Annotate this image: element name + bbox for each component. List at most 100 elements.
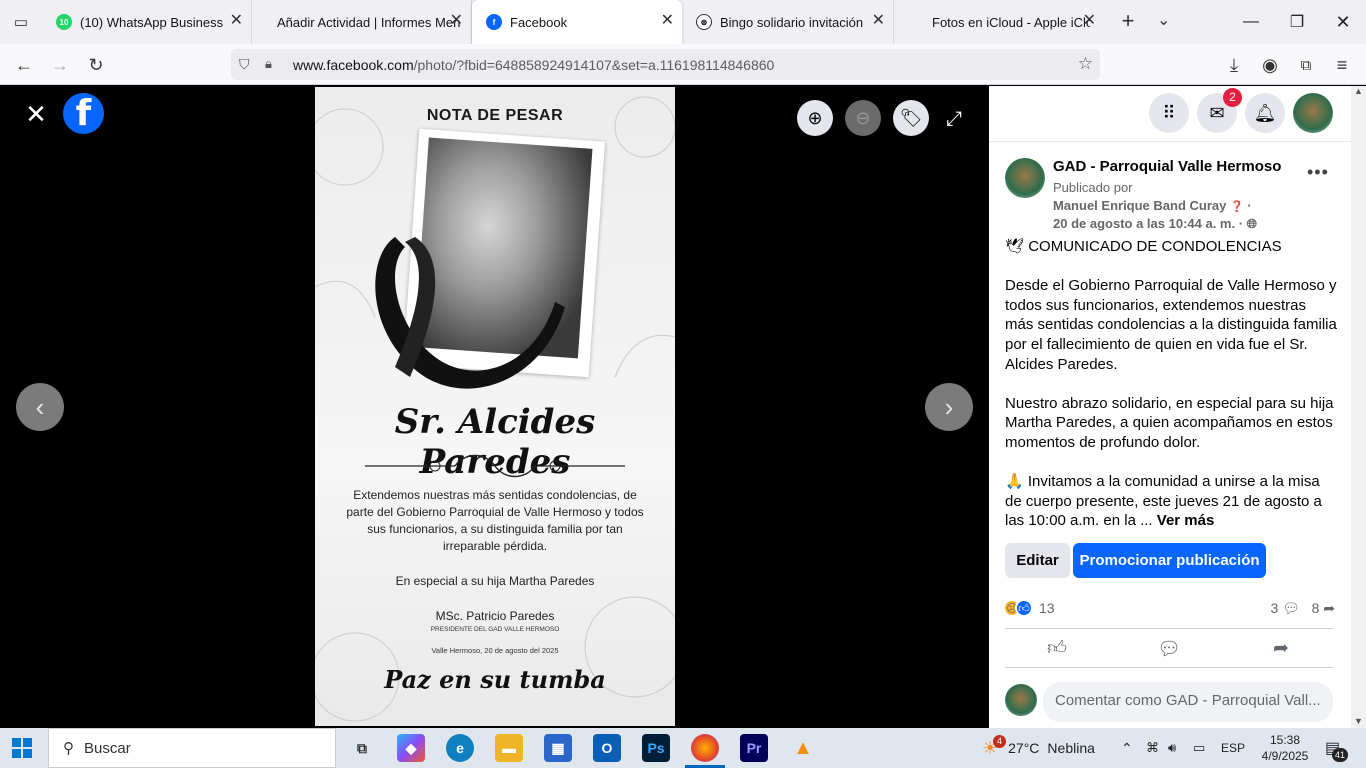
- share-arrow-icon: ➦: [1323, 600, 1335, 616]
- account-icon[interactable]: ◉: [1257, 52, 1283, 78]
- vlc-icon[interactable]: ▲: [789, 734, 817, 762]
- previous-photo-button[interactable]: ‹: [16, 383, 64, 431]
- poster-title: NOTA DE PESAR: [426, 107, 564, 124]
- network-icon[interactable]: ▭: [1193, 728, 1205, 768]
- tab-label: (10) WhatsApp Business: [80, 14, 224, 30]
- zoom-out-button[interactable]: ⊖: [845, 100, 881, 136]
- clock[interactable]: 15:38 4/9/2025: [1254, 728, 1316, 768]
- post-actions: 👍︎ 💬︎ ➦: [1005, 628, 1333, 668]
- volume-icon[interactable]: 🔊︎: [1168, 728, 1176, 768]
- notification-count: 41: [1332, 748, 1348, 762]
- photoshop-icon[interactable]: Ps: [642, 734, 670, 762]
- file-explorer-icon[interactable]: ▬: [495, 734, 523, 762]
- forward-button[interactable]: →: [47, 52, 73, 78]
- scroll-down-icon[interactable]: ▼: [1351, 716, 1366, 726]
- weather-desc: Neblina: [1047, 740, 1095, 756]
- zoom-in-button[interactable]: ⊕: [797, 100, 833, 136]
- reload-button[interactable]: ↻: [83, 52, 109, 78]
- downloads-icon[interactable]: ⤓: [1221, 52, 1247, 78]
- fullscreen-icon[interactable]: ⤢: [946, 108, 962, 131]
- apple-icon: [908, 14, 924, 30]
- page-avatar[interactable]: [1005, 158, 1045, 198]
- info-icon[interactable]: ❓: [1230, 201, 1244, 213]
- new-tab-button[interactable]: +: [1115, 9, 1141, 35]
- scrollbar[interactable]: ▲ ▼: [1351, 86, 1366, 728]
- tray-chevron-icon[interactable]: ⌃: [1121, 728, 1133, 768]
- facebook-logo-icon[interactable]: f: [63, 93, 104, 134]
- copilot-icon[interactable]: ◆: [397, 734, 425, 762]
- close-icon[interactable]: ✕: [230, 13, 243, 29]
- tag-button[interactable]: 🏷︎: [893, 100, 929, 136]
- edit-button[interactable]: Editar: [1005, 543, 1070, 578]
- menu-icon[interactable]: ≡: [1329, 52, 1355, 78]
- close-icon[interactable]: ✕: [872, 13, 885, 29]
- back-button[interactable]: ←: [11, 52, 37, 78]
- like-button-icon[interactable]: 👍︎: [1017, 637, 1097, 660]
- extensions-icon[interactable]: ⧉: [1293, 52, 1319, 78]
- close-icon[interactable]: ✕: [661, 13, 674, 29]
- windows-taskbar: ⚲ Buscar ⧉ ◆ e ▬ ▦ O Ps Pr ▲ ☀ 27°C Nebl…: [0, 728, 1366, 768]
- apps-menu-icon[interactable]: ⠿: [1149, 93, 1189, 133]
- close-viewer-button[interactable]: ✕: [22, 100, 50, 128]
- dove-icon: 🕊: [1005, 238, 1025, 255]
- scroll-up-icon[interactable]: ▲: [1351, 86, 1366, 96]
- bookmark-star-icon[interactable]: ☆: [1078, 54, 1093, 74]
- profile-avatar[interactable]: [1293, 93, 1333, 133]
- task-view-icon[interactable]: ⧉: [348, 734, 376, 762]
- share-button-icon[interactable]: ➦: [1241, 637, 1321, 660]
- tab-bingo[interactable]: ⊛ Bingo solidario invitación ✕: [682, 0, 894, 44]
- poster-signer: MSc. Patricio Paredes: [435, 609, 555, 623]
- poster-date: Valle Hermoso, 20 de agosto del 2025: [431, 646, 559, 655]
- shield-icon[interactable]: ⛉: [239, 56, 250, 73]
- chevron-down-icon[interactable]: ⌄: [1157, 10, 1170, 30]
- tab-facebook[interactable]: f Facebook ✕: [472, 0, 682, 44]
- url-text[interactable]: www.facebook.com/photo/?fbid=64885892491…: [293, 57, 774, 73]
- taskbar-search[interactable]: ⚲ Buscar: [48, 728, 336, 768]
- camera-icon[interactable]: ⌘: [1146, 728, 1159, 768]
- whatsapp-icon: 10: [56, 14, 72, 30]
- promote-post-button[interactable]: Promocionar publicación: [1073, 543, 1266, 578]
- globe-icon: 🌐︎: [1246, 216, 1258, 231]
- comment-input[interactable]: Comentar como GAD - Parroquial Vall...: [1043, 682, 1333, 722]
- post-date[interactable]: 20 de agosto a las 10:44 a. m. · 🌐︎: [1053, 216, 1257, 232]
- close-window-button[interactable]: ✕: [1320, 0, 1366, 44]
- next-photo-button[interactable]: ›: [925, 383, 973, 431]
- poster-hija-text: En especial a su hija Martha Paredes: [395, 574, 595, 588]
- weather-badge: 4: [993, 735, 1006, 748]
- tab-list-icon[interactable]: ▭: [0, 0, 42, 44]
- condolence-poster-image: NOTA DE PESAR Sr. Alcides Paredes Extend…: [315, 87, 675, 726]
- language-indicator[interactable]: ESP: [1221, 728, 1245, 768]
- search-icon: ⚲: [63, 740, 74, 757]
- reactions-summary[interactable]: ☹ 👍︎ 13: [1003, 599, 1055, 617]
- close-icon[interactable]: ✕: [450, 13, 463, 29]
- outlook-icon[interactable]: O: [593, 734, 621, 762]
- maximize-button[interactable]: ❐: [1274, 0, 1320, 44]
- close-icon[interactable]: ✕: [1083, 13, 1096, 29]
- tab-label: Fotos en iCloud - Apple iClou: [932, 14, 1090, 30]
- windows-start-icon[interactable]: [12, 738, 32, 758]
- commenter-avatar[interactable]: [1005, 684, 1037, 716]
- facebook-icon: f: [486, 14, 502, 30]
- tab-informes[interactable]: Añadir Actividad | Informes Mens ✕: [252, 0, 472, 44]
- more-options-icon[interactable]: •••: [1307, 162, 1329, 183]
- premiere-icon[interactable]: Pr: [740, 734, 768, 762]
- author-name[interactable]: Manuel Enrique Band Curay ❓ ·: [1053, 198, 1252, 213]
- tab-label: Facebook: [510, 14, 568, 30]
- weather-widget[interactable]: ☀ 27°C Neblina: [982, 728, 1095, 768]
- see-more-link[interactable]: Ver más: [1157, 512, 1215, 529]
- comment-button-icon[interactable]: 💬︎: [1129, 637, 1209, 661]
- lock-icon[interactable]: 🔒︎: [265, 56, 272, 72]
- tab-whatsapp[interactable]: 10 (10) WhatsApp Business ✕: [42, 0, 252, 44]
- edge-icon[interactable]: e: [446, 734, 474, 762]
- minimize-button[interactable]: —: [1228, 0, 1274, 44]
- store-icon[interactable]: ▦: [544, 734, 572, 762]
- address-bar[interactable]: ⛉ 🔒︎ www.facebook.com/photo/?fbid=648858…: [231, 49, 1100, 80]
- notifications-bell-icon[interactable]: 🔔︎: [1245, 93, 1285, 133]
- firefox-icon[interactable]: [691, 734, 719, 762]
- tab-icloud[interactable]: Fotos en iCloud - Apple iClou ✕: [894, 0, 1104, 44]
- engagement-counts[interactable]: 3 💬︎ 8 ➦: [1270, 600, 1335, 617]
- published-by-label: Publicado por: [1053, 180, 1133, 195]
- post-text: 🕊 COMUNICADO DE CONDOLENCIAS Desde el Go…: [1005, 238, 1337, 530]
- page-name[interactable]: GAD - Parroquial Valle Hermoso: [1053, 158, 1281, 175]
- messenger-badge: 2: [1223, 88, 1242, 107]
